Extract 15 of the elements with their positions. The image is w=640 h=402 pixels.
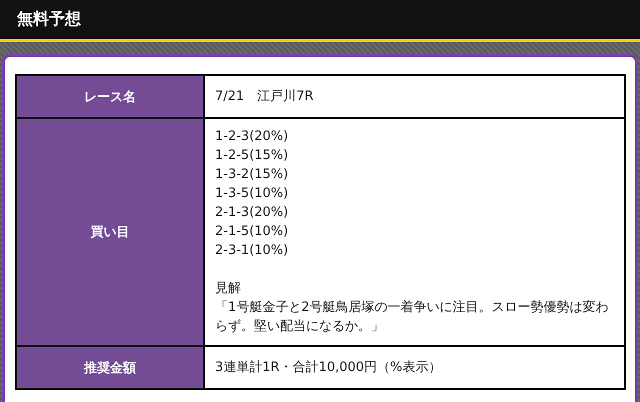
row-header: 推奨金額 [16,346,204,389]
bet-line: 1-3-5(10%) [215,185,290,203]
page-title: 無料予想 [17,9,81,30]
comment-text: 「1号艇金子と2号艇鳥居塚の一着争いに注目。スロー勢優勢は変わらず。堅い配当になるか。」 [215,299,610,336]
row-header: 買い目 [16,118,204,346]
bet-line: 2-1-3(20%) [215,204,290,222]
bet-line: 1-2-3(20%) [215,128,290,146]
table-cell-text: 7/21 江戸川7R [215,88,314,106]
table-cell-text: 3連単計1R・合計10,000円（%表示） [215,359,442,377]
bet-line: 2-3-1(10%) [215,242,290,260]
bet-line: 2-1-5(10%) [215,223,290,241]
bet-line: 1-2-5(15%) [215,147,290,165]
comment-title: 見解 [215,280,242,298]
row-header: レース名 [16,75,204,118]
bet-line: 1-3-2(15%) [215,166,290,184]
